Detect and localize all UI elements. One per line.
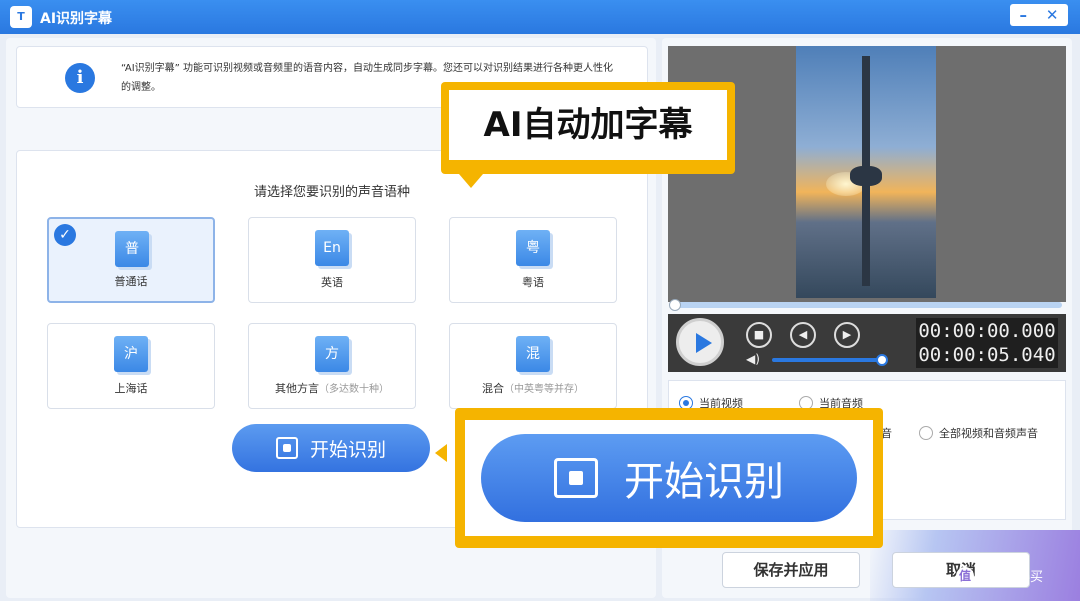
book-icon: 普 <box>115 231 149 267</box>
book-icon: 沪 <box>114 336 148 372</box>
book-icon: 混 <box>516 336 550 372</box>
language-prompt: 请选择您要识别的声音语种 <box>253 185 410 200</box>
check-icon: ✓ <box>54 224 76 246</box>
lang-card-label-sub: （多达数十种） <box>319 384 389 395</box>
lang-card-label: 普通话 <box>114 275 148 288</box>
callout-arrow-icon <box>435 444 447 462</box>
watermark-logo: 值 <box>956 566 974 585</box>
lang-card-cantonese[interactable]: 粤 粤语 <box>449 217 617 303</box>
time-total: 00:00:05.040 <box>918 344 1056 366</box>
play-button[interactable] <box>676 318 724 366</box>
lang-card-mixed[interactable]: 混 混合（中英粤等并存） <box>449 323 617 409</box>
watermark-text: 什么值得买 <box>978 570 1044 585</box>
lang-card-label-main: 其他方言 <box>275 382 319 395</box>
start-recognition-button[interactable]: 开始识别 <box>232 424 430 472</box>
start-recognition-label: 开始识别 <box>309 438 386 461</box>
radio-dot <box>919 426 933 440</box>
lang-card-label: 上海话 <box>114 382 148 395</box>
lang-card-english[interactable]: En 英语 <box>248 217 416 303</box>
volume-slider[interactable] <box>772 354 888 366</box>
callout-title: AI自动加字幕 <box>441 82 735 188</box>
book-icon: 粤 <box>516 230 550 266</box>
stop-button[interactable]: ■ <box>746 322 772 348</box>
callout-title-text: AI自动加字幕 <box>449 90 727 160</box>
tower-silhouette <box>850 56 882 286</box>
info-icon: i <box>65 63 95 93</box>
watermark: 值 什么值得买 <box>956 566 1043 585</box>
lang-card-other-dialects[interactable]: 方 其他方言（多达数十种） <box>248 323 416 409</box>
time-current: 00:00:00.000 <box>918 320 1056 342</box>
book-icon: 方 <box>315 336 349 372</box>
volume-knob[interactable] <box>876 354 888 366</box>
callout-button-frame: 开始识别 <box>465 420 873 536</box>
lang-card-label: 混合（中英粤等并存） <box>450 380 616 396</box>
volume-icon[interactable]: ◀) <box>746 352 762 366</box>
playback-progress-bar[interactable] <box>669 299 1062 311</box>
scan-icon <box>275 437 298 459</box>
book-icon: En <box>315 230 349 266</box>
prev-frame-button[interactable]: ◀ <box>790 322 816 348</box>
window-controls: – ✕ <box>1010 4 1068 26</box>
callout-tip-icon <box>459 174 483 188</box>
radio-all-video-audio[interactable]: 全部视频和音频声音 <box>919 425 1038 441</box>
start-recognition-label-zoomed: 开始识别 <box>624 459 784 505</box>
start-recognition-button-zoomed[interactable]: 开始识别 <box>481 434 857 522</box>
title-bar: T AI识别字幕 – ✕ <box>0 0 1080 34</box>
lang-card-label-sub: （中英粤等并存） <box>504 384 584 395</box>
progress-knob[interactable] <box>669 299 681 311</box>
lang-card-shanghainese[interactable]: 沪 上海话 <box>47 323 215 409</box>
radio-label: 全部视频和音频声音 <box>939 427 1038 440</box>
save-apply-button[interactable]: 保存并应用 <box>722 552 860 588</box>
scan-icon <box>554 458 598 498</box>
close-icon[interactable]: ✕ <box>1046 6 1059 24</box>
window-title: AI识别字幕 <box>40 11 113 27</box>
player-controls: ■ ◀ ▶ ◀) 00:00:00.000 00:00:05.040 <box>668 314 1066 372</box>
lang-card-label: 其他方言（多达数十种） <box>249 380 415 396</box>
callout-button-zoom: 开始识别 <box>455 408 883 548</box>
lang-card-label-main: 混合 <box>482 382 504 395</box>
video-frame <box>796 46 936 298</box>
lang-card-label: 英语 <box>321 276 343 289</box>
lang-card-mandarin[interactable]: ✓ 普 普通话 <box>47 217 215 303</box>
lang-card-label: 粤语 <box>522 276 544 289</box>
time-display: 00:00:00.000 00:00:05.040 <box>916 318 1058 368</box>
app-icon: T <box>10 6 32 28</box>
minimize-icon[interactable]: – <box>1019 6 1027 24</box>
next-frame-button[interactable]: ▶ <box>834 322 860 348</box>
